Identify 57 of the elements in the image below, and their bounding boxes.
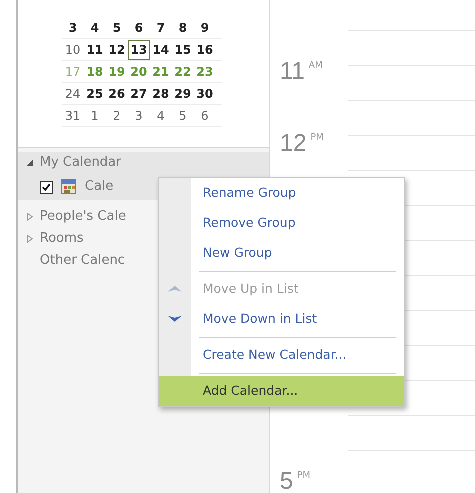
down-arrow-icon xyxy=(167,313,183,325)
calendar-day[interactable]: 28 xyxy=(150,84,172,104)
calendar-day[interactable]: 22 xyxy=(172,62,194,82)
period-label: AM xyxy=(308,60,323,73)
menu-item[interactable]: Remove Group xyxy=(159,208,404,238)
collapse-arrow-icon[interactable] xyxy=(26,159,34,167)
calendar-day[interactable]: 5 xyxy=(172,106,194,126)
period-label: PM xyxy=(297,470,311,483)
calendar-day[interactable]: 26 xyxy=(106,84,128,104)
calendar-day[interactable]: 8 xyxy=(172,18,194,38)
calendar-group-label[interactable]: Rooms xyxy=(40,229,84,249)
calendar-day[interactable]: 5 xyxy=(106,18,128,38)
menu-item[interactable]: Add Calendar... xyxy=(159,376,404,406)
calendar-day[interactable]: 16 xyxy=(194,40,216,60)
calendar-day[interactable]: 4 xyxy=(84,18,106,38)
hour-label: 5 xyxy=(280,468,294,493)
calendar-day[interactable]: 18 xyxy=(84,62,106,82)
menu-item[interactable]: Rename Group xyxy=(159,178,404,208)
calendar-group-label[interactable]: Other Calenc xyxy=(40,251,126,271)
calendar-day[interactable]: 6 xyxy=(128,18,150,38)
calendar-day[interactable]: 6 xyxy=(194,106,216,126)
menu-item[interactable]: New Group xyxy=(159,238,404,268)
calendar-day[interactable]: 10 xyxy=(62,40,84,60)
calendar-day[interactable]: 11 xyxy=(84,40,106,60)
menu-item[interactable]: Move Down in List xyxy=(159,304,404,334)
calendar-day[interactable]: 15 xyxy=(172,40,194,60)
calendar-group-label[interactable]: People's Cale xyxy=(40,207,126,227)
expand-arrow-icon[interactable] xyxy=(26,213,34,221)
calendar-name[interactable]: Cale xyxy=(85,177,114,197)
calendar-day[interactable]: 29 xyxy=(172,84,194,104)
up-arrow-icon xyxy=(167,283,183,295)
calendar-day[interactable]: 30 xyxy=(194,84,216,104)
calendar-day[interactable]: 3 xyxy=(128,106,150,126)
calendar-day[interactable]: 24 xyxy=(62,84,84,104)
calendar-day[interactable]: 7 xyxy=(150,18,172,38)
period-label: PM xyxy=(310,132,324,145)
calendar-day[interactable]: 31 xyxy=(62,106,84,126)
calendar-day[interactable]: 4 xyxy=(150,106,172,126)
calendar-day[interactable]: 19 xyxy=(106,62,128,82)
calendar-day[interactable]: 27 xyxy=(128,84,150,104)
expand-arrow-icon[interactable] xyxy=(26,235,34,243)
calendar-day[interactable]: 21 xyxy=(150,62,172,82)
calendar-day[interactable]: 9 xyxy=(194,18,216,38)
calendar-day[interactable]: 20 xyxy=(128,62,150,82)
calendar-day[interactable]: 13 xyxy=(128,40,150,60)
menu-item[interactable]: Create New Calendar... xyxy=(159,340,404,370)
calendar-day[interactable]: 2 xyxy=(106,106,128,126)
checkbox[interactable] xyxy=(40,180,53,194)
calendar-icon xyxy=(61,179,77,195)
calendar-day[interactable]: 23 xyxy=(194,62,216,82)
calendar-day[interactable]: 1 xyxy=(84,106,106,126)
calendar-day[interactable]: 14 xyxy=(150,40,172,60)
calendar-day[interactable]: 12 xyxy=(106,40,128,60)
calendar-day[interactable]: 25 xyxy=(84,84,106,104)
calendar-day[interactable]: 3 xyxy=(62,18,84,38)
hour-label: 12 xyxy=(280,130,307,158)
hour-label: 11 xyxy=(280,58,305,86)
